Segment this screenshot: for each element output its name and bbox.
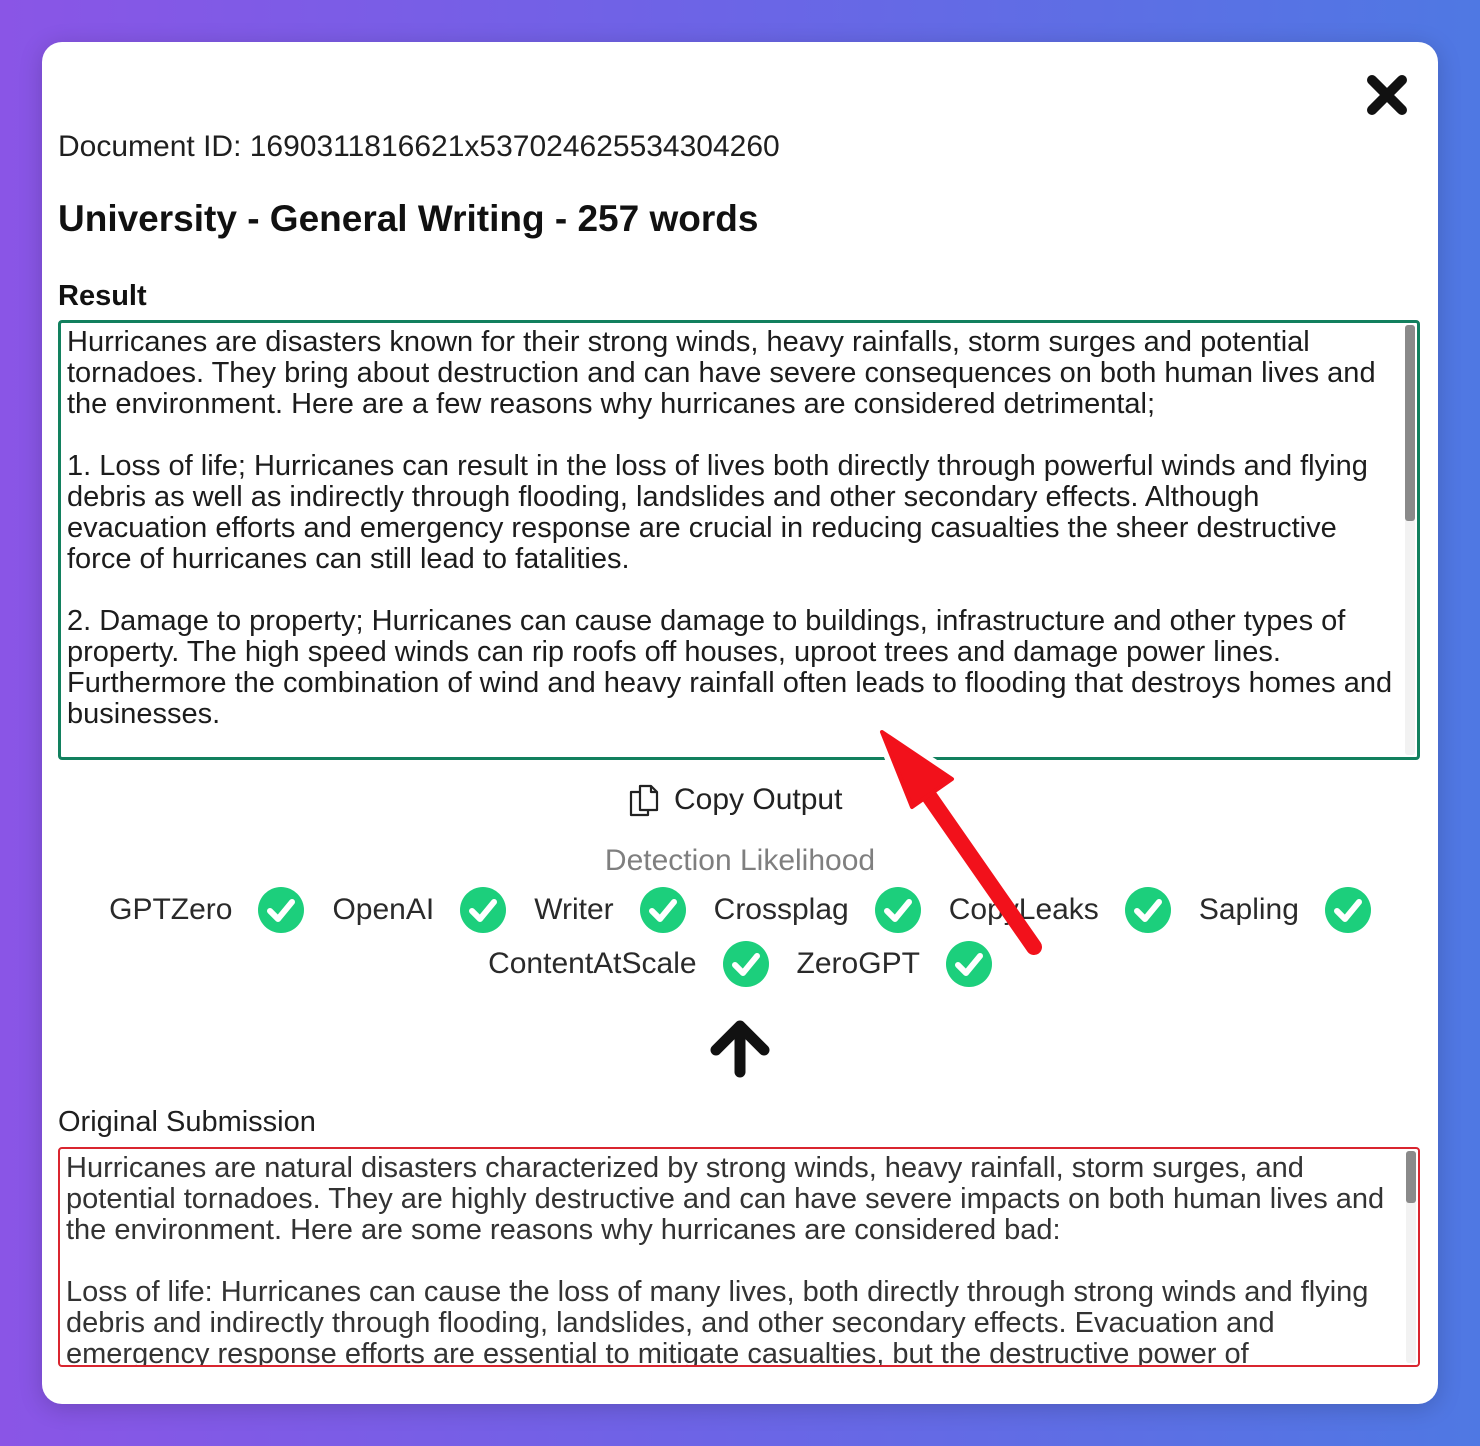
document-modal: Document ID: 1690311816621x5370246255343… [42,42,1438,1404]
detector-writer: Writer [534,887,686,933]
detector-name: ContentAtScale [488,947,697,980]
detector-copyleaks: CopyLeaks [949,887,1171,933]
detector-gptzero: GPTZero [109,887,305,933]
detector-contentatscale: ContentAtScale [488,941,769,987]
result-scrollbar[interactable] [1405,325,1415,755]
detector-name: CopyLeaks [948,893,1099,926]
check-circle-icon [722,941,769,987]
result-text[interactable]: Hurricanes are disasters known for their… [67,327,1397,757]
detection-likelihood-title: Detection Likelihood [604,844,876,877]
document-id: Document ID: 1690311816621x5370246255343… [58,130,780,163]
detector-list: GPTZero OpenAI Writer Crossplag CopyLeak… [42,887,1438,987]
copy-output-label: Copy Output [674,783,843,816]
original-scroll-thumb[interactable] [1406,1151,1416,1203]
check-circle-icon [258,887,305,933]
close-icon[interactable] [1364,72,1410,118]
check-circle-icon [460,887,507,933]
copy-icon [629,784,659,817]
original-submission-textbox[interactable]: Hurricanes are natural disasters charact… [58,1147,1420,1367]
check-circle-icon [945,941,992,987]
document-title: University - General Writing - 257 words [58,198,759,239]
detector-crossplag: Crossplag [714,887,921,933]
arrow-up-icon [710,1020,770,1078]
detector-name: ZeroGPT [796,947,920,980]
detector-zerogpt: ZeroGPT [797,941,992,987]
copy-output-button[interactable]: Copy Output [626,780,842,820]
detector-openai: OpenAI [332,887,507,933]
check-circle-icon [1324,887,1371,933]
detector-name: OpenAI [332,893,435,926]
check-circle-icon [639,887,686,933]
detector-sapling: Sapling [1199,887,1371,933]
detector-name: Sapling [1198,893,1299,926]
result-label: Result [58,280,147,312]
detector-name: GPTZero [109,893,233,926]
detector-name: Crossplag [713,893,849,926]
original-scrollbar[interactable] [1406,1151,1416,1363]
original-submission-label: Original Submission [58,1106,316,1138]
detector-name: Writer [534,893,614,926]
result-scroll-thumb[interactable] [1405,325,1415,521]
check-circle-icon [874,887,921,933]
check-circle-icon [1124,887,1171,933]
original-submission-text[interactable]: Hurricanes are natural disasters charact… [66,1153,1398,1365]
result-textbox[interactable]: Hurricanes are disasters known for their… [58,320,1420,760]
